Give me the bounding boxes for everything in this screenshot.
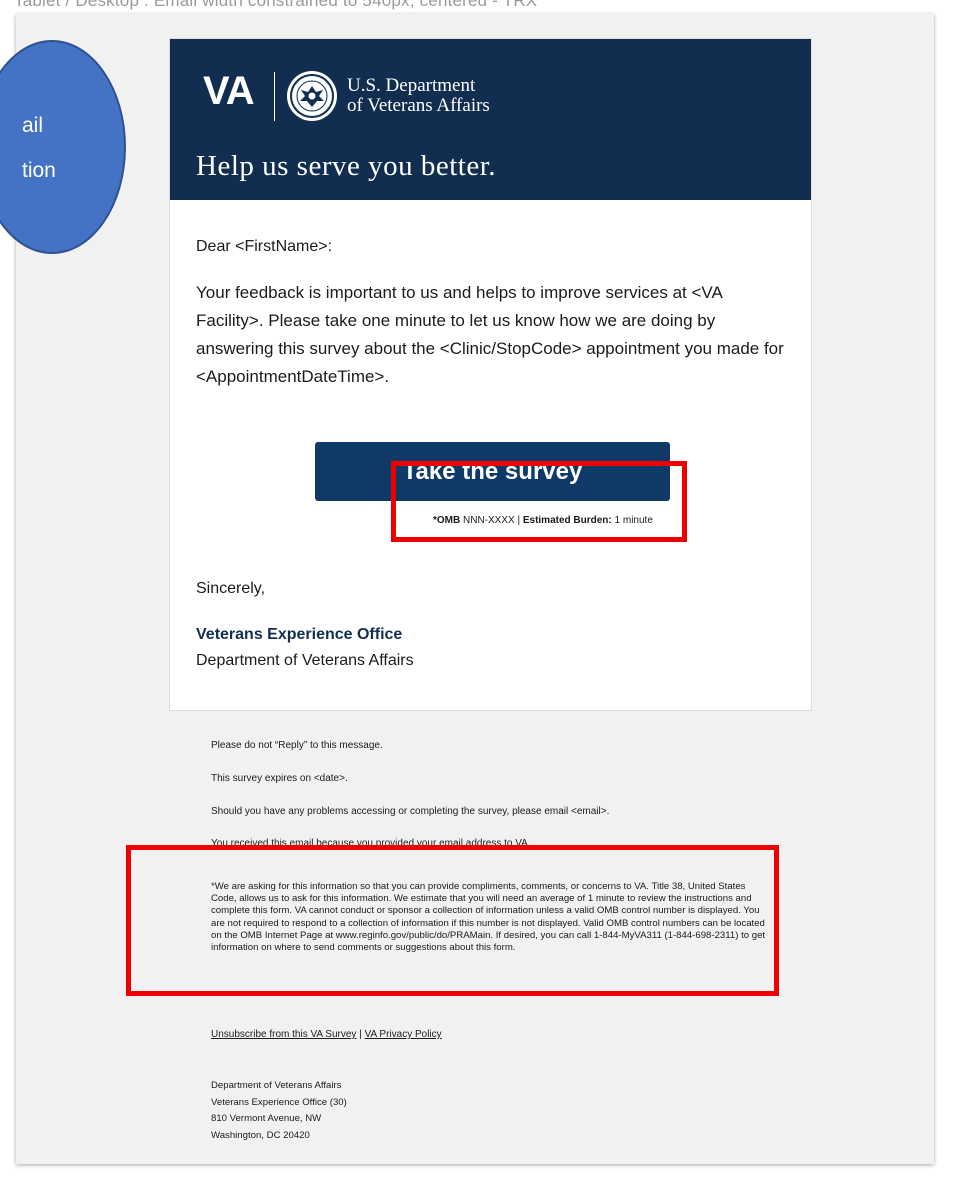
privacy-policy-link[interactable]: VA Privacy Policy [365, 1029, 442, 1040]
spec-caption: Tablet / Desktop : Email width constrain… [14, 0, 538, 10]
email-header: VA U.S. Department of Veterans Affairs H… [170, 39, 811, 200]
dept-name-line2: of Veterans Affairs [347, 95, 490, 116]
greeting: Dear <FirstName>: [196, 238, 333, 255]
expiry-notice: This survey expires on <date>. [211, 773, 348, 784]
va-seal-icon [287, 71, 337, 121]
dept-name-line1: U.S. Department [347, 75, 476, 96]
unsubscribe-link[interactable]: Unsubscribe from this VA Survey [211, 1029, 356, 1040]
closing: Sincerely, [196, 580, 266, 597]
link-separator: | [356, 1029, 365, 1040]
footer-links: Unsubscribe from this VA Survey | VA Pri… [211, 1029, 442, 1040]
logo-divider [274, 72, 275, 121]
annotation-callout-bubble: ail tion [0, 40, 126, 254]
callout-text-line1: ail [22, 114, 44, 137]
callout-text-line2: tion [22, 159, 56, 182]
highlight-box-disclosure [126, 845, 779, 996]
signer-name: Veterans Experience Office [196, 626, 403, 643]
address-line: Department of Veterans Affairs [211, 1080, 342, 1091]
mailing-address: Department of Veterans Affairs Veterans … [211, 1078, 347, 1144]
email-headline: Help us serve you better. [196, 150, 497, 182]
va-logo-text: VA [203, 69, 255, 113]
address-line: Veterans Experience Office (30) [211, 1096, 347, 1108]
address-line: Washington, DC 20420 [211, 1129, 310, 1141]
address-line: 810 Vermont Avenue, NW [211, 1113, 322, 1124]
signer-department: Department of Veterans Affairs [196, 652, 414, 669]
email-card: VA U.S. Department of Veterans Affairs H… [169, 38, 812, 711]
highlight-box-omb [391, 461, 687, 542]
intro-paragraph: Your feedback is important to us and hel… [196, 283, 784, 386]
no-reply-notice: Please do not “Reply” to this message. [211, 740, 383, 751]
support-notice: Should you have any problems accessing o… [211, 806, 610, 817]
